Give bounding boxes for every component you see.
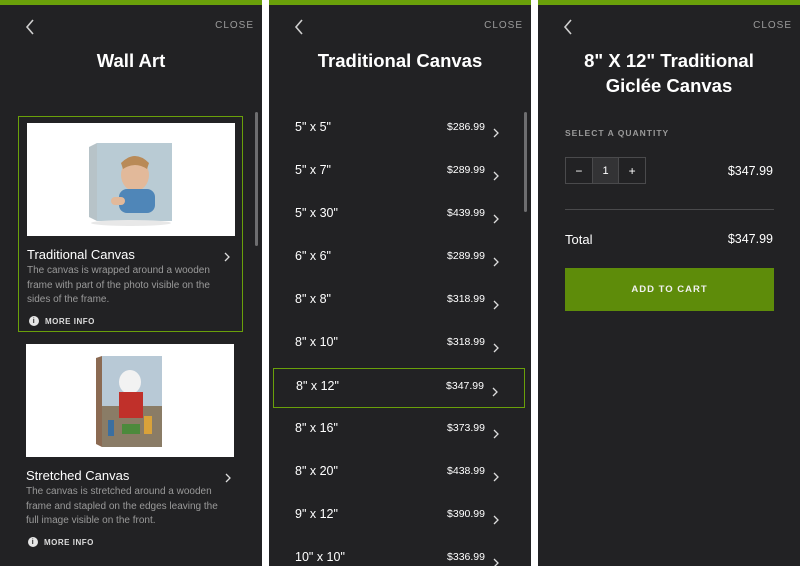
size-price: $347.99	[446, 380, 484, 392]
size-price: $439.99	[447, 207, 485, 219]
size-option[interactable]: 8" x 20" $438.99	[273, 454, 525, 494]
total-value: $347.99	[727, 232, 773, 246]
info-icon: i	[29, 316, 39, 326]
size-price: $289.99	[447, 250, 485, 262]
chevron-right-icon	[222, 249, 232, 262]
chevron-right-icon	[223, 470, 233, 483]
size-label: 8" x 10"	[295, 335, 338, 349]
size-option[interactable]: 5" x 30" $439.99	[273, 196, 525, 236]
size-price: $373.99	[447, 422, 485, 434]
product-detail-panel: CLOSE 8" X 12" Traditional Giclée Canvas…	[538, 0, 800, 566]
quantity-stepper: − 1 +	[565, 157, 646, 184]
close-button[interactable]: CLOSE	[753, 20, 792, 31]
size-price: $318.99	[447, 293, 485, 305]
product-card-traditional-canvas[interactable]: Traditional Canvas The canvas is wrapped…	[18, 116, 243, 332]
accent-bar	[538, 0, 800, 5]
line-price: $347.99	[727, 164, 773, 178]
product-title-line2: Giclée Canvas	[605, 75, 733, 96]
decrement-button[interactable]: −	[566, 158, 592, 183]
product-title-line1: 8" X 12" Traditional	[584, 50, 754, 71]
size-label: 5" x 7"	[295, 163, 331, 177]
traditional-canvas-image	[27, 123, 235, 236]
size-option[interactable]: 5" x 7" $289.99	[273, 153, 525, 193]
quantity-label: SELECT A QUANTITY	[565, 128, 670, 138]
size-label: 10" x 10"	[295, 550, 345, 564]
card-description: The canvas is stretched around a wooden …	[26, 486, 218, 526]
size-label: 8" x 12"	[296, 379, 339, 393]
scrollbar[interactable]	[524, 112, 527, 212]
size-option[interactable]: 8" x 10" $318.99	[273, 325, 525, 365]
size-option[interactable]: 8" x 16" $373.99	[273, 411, 525, 451]
size-label: 8" x 8"	[295, 292, 331, 306]
back-chevron-icon[interactable]	[289, 17, 309, 37]
card-description: The canvas is wrapped around a wooden fr…	[27, 265, 210, 305]
size-option[interactable]: 10" x 10" $336.99	[273, 540, 525, 566]
card-title: Traditional Canvas	[27, 247, 135, 262]
more-info-label: MORE INFO	[45, 316, 95, 326]
chevron-right-icon	[492, 469, 500, 482]
size-label: 6" x 6"	[295, 249, 331, 263]
size-option[interactable]: 9" x 12" $390.99	[273, 497, 525, 537]
scrollbar[interactable]	[255, 112, 258, 246]
chevron-right-icon	[492, 125, 500, 138]
more-info-link[interactable]: i MORE INFO	[29, 316, 95, 326]
size-price: $286.99	[447, 121, 485, 133]
back-chevron-icon[interactable]	[20, 17, 40, 37]
stretched-canvas-image	[26, 344, 234, 457]
page-title: Traditional Canvas	[317, 50, 483, 71]
chevron-right-icon	[492, 555, 500, 566]
back-chevron-icon[interactable]	[558, 17, 578, 37]
chevron-right-icon	[492, 340, 500, 353]
size-label: 5" x 5"	[295, 120, 331, 134]
size-price: $289.99	[447, 164, 485, 176]
size-label: 5" x 30"	[295, 206, 338, 220]
size-option[interactable]: 8" x 12" $347.99	[273, 368, 525, 408]
page-title: Wall Art	[96, 50, 166, 71]
size-label: 9" x 12"	[295, 507, 338, 521]
chevron-right-icon	[492, 211, 500, 224]
card-title: Stretched Canvas	[26, 468, 130, 483]
quantity-value[interactable]: 1	[591, 158, 620, 183]
size-option[interactable]: 6" x 6" $289.99	[273, 239, 525, 279]
product-card-stretched-canvas[interactable]: Stretched Canvas The canvas is stretched…	[18, 338, 243, 554]
size-label: 8" x 16"	[295, 421, 338, 435]
add-to-cart-button[interactable]: ADD TO CART	[565, 268, 774, 311]
chevron-right-icon	[492, 254, 500, 267]
close-button[interactable]: CLOSE	[215, 20, 254, 31]
size-option[interactable]: 8" x 8" $318.99	[273, 282, 525, 322]
more-info-link[interactable]: i MORE INFO	[28, 537, 94, 547]
size-price: $390.99	[447, 508, 485, 520]
chevron-right-icon	[492, 512, 500, 525]
size-selection-panel: CLOSE Traditional Canvas 5" x 5" $286.99 5…	[269, 0, 531, 566]
size-label: 8" x 20"	[295, 464, 338, 478]
chevron-right-icon	[492, 297, 500, 310]
size-option[interactable]: 5" x 5" $286.99	[273, 110, 525, 150]
chevron-right-icon	[492, 426, 500, 439]
wall-art-panel: CLOSE Wall Art Traditional Canvas The ca…	[0, 0, 262, 566]
chevron-right-icon	[491, 384, 499, 397]
divider	[565, 209, 774, 210]
size-price: $336.99	[447, 551, 485, 563]
accent-bar	[269, 0, 531, 5]
size-price: $318.99	[447, 336, 485, 348]
chevron-right-icon	[492, 168, 500, 181]
accent-bar	[0, 0, 262, 5]
size-price: $438.99	[447, 465, 485, 477]
increment-button[interactable]: +	[619, 158, 645, 183]
total-label: Total	[565, 232, 593, 247]
info-icon: i	[28, 537, 38, 547]
close-button[interactable]: CLOSE	[484, 20, 523, 31]
more-info-label: MORE INFO	[44, 537, 94, 547]
